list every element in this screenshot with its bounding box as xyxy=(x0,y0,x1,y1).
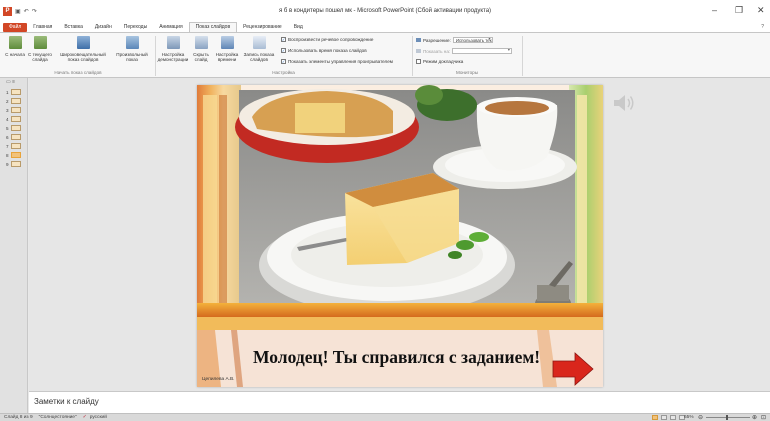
thumbnail-selected[interactable]: 8 xyxy=(0,151,27,159)
language-label[interactable]: русский xyxy=(90,415,107,420)
rehearse-timings-button[interactable]: Настройка времени xyxy=(214,36,240,62)
custom-show-button[interactable]: Произвольный показ xyxy=(112,36,152,62)
zoom-out-icon[interactable]: ⊖ xyxy=(698,414,703,421)
from-start-button[interactable]: С начала xyxy=(4,36,26,57)
media-controls-checkbox[interactable]: ✓ xyxy=(281,59,286,64)
thumbnail-image xyxy=(10,89,21,95)
tab-review[interactable]: Рецензирование xyxy=(237,23,288,32)
slides-tab-icon[interactable]: ▭ ≡ xyxy=(0,78,27,87)
group-separator xyxy=(412,36,413,76)
rehearse-icon xyxy=(220,36,234,49)
zoom-level[interactable]: 65% xyxy=(684,415,694,420)
notes-pane[interactable]: Заметки к слайду xyxy=(29,391,770,413)
slide-counter: Слайд 8 из 9 xyxy=(4,415,33,420)
broadcast-button[interactable]: Широковещательный показ слайдов xyxy=(57,36,109,62)
record-icon xyxy=(252,36,266,49)
slide-message: Молодец! Ты справился с заданием! xyxy=(253,347,541,367)
normal-view-icon[interactable] xyxy=(652,415,658,420)
tab-home[interactable]: Главная xyxy=(27,23,58,32)
ribbon-tabs: Файл Главная Вставка Дизайн Переходы Ани… xyxy=(0,22,770,32)
presenter-view-checkbox[interactable] xyxy=(416,59,421,64)
show-on-row: Показать на: xyxy=(416,48,513,54)
title-bar: P ▣ ↶ ↷ я б в кондитеры пошел мк - Micro… xyxy=(0,0,770,22)
ribbon: С начала С текущего слайда Широковещател… xyxy=(0,32,770,78)
thumbnail-image xyxy=(10,107,21,113)
thumbnail[interactable]: 4 xyxy=(0,115,27,123)
notes-placeholder: Заметки к слайду xyxy=(34,397,99,406)
speaker-icon[interactable] xyxy=(612,94,636,112)
fit-slide-icon[interactable]: ⊡ xyxy=(761,414,766,421)
monitor-icon xyxy=(416,38,421,42)
window-title: я б в кондитеры пошел мк - Microsoft Pow… xyxy=(278,8,492,14)
resolution-row: Разрешение: Использовать тек... xyxy=(416,37,493,43)
tab-animations[interactable]: Анимация xyxy=(153,23,188,32)
thumbnail-image xyxy=(10,134,21,140)
thumbnail-image xyxy=(10,116,21,122)
thumbnail[interactable]: 2 xyxy=(0,97,27,105)
view-buttons xyxy=(652,415,685,420)
group-separator xyxy=(522,36,523,76)
slide-artwork xyxy=(197,85,603,387)
reading-view-icon[interactable] xyxy=(670,415,676,420)
tab-insert[interactable]: Вставка xyxy=(58,23,89,32)
narration-checkbox-row[interactable]: ✓ Воспроизвести речевое сопровождение xyxy=(281,37,373,42)
from-current-button[interactable]: С текущего слайда xyxy=(27,36,53,62)
thumbnail-pane: ▭ ≡ 1 2 3 4 5 6 7 8 9 xyxy=(0,78,28,414)
thumbnail-image xyxy=(10,125,21,131)
media-controls-checkbox-row[interactable]: ✓ Показать элементы управления проигрыва… xyxy=(281,59,393,64)
group-separator xyxy=(155,36,156,76)
thumbnail[interactable]: 7 xyxy=(0,142,27,150)
tab-transitions[interactable]: Переходы xyxy=(118,23,153,32)
setup-show-icon xyxy=(166,36,180,49)
theme-name: "Солнцестояние" xyxy=(38,415,77,420)
spellcheck-icon[interactable]: ✓ xyxy=(83,415,87,420)
hide-slide-icon xyxy=(194,36,208,49)
thumbnail[interactable]: 6 xyxy=(0,133,27,141)
thumbnail[interactable]: 3 xyxy=(0,106,27,114)
status-bar: Слайд 8 из 9 "Солнцестояние" ✓ русский 6… xyxy=(0,413,770,421)
thumbnail[interactable]: 5 xyxy=(0,124,27,132)
maximize-button[interactable]: ❐ xyxy=(735,5,743,16)
help-icon[interactable]: ? xyxy=(761,24,764,30)
slideshow-start-icon xyxy=(8,36,22,49)
thumbnail-image xyxy=(10,161,21,167)
thumbnail[interactable]: 9 xyxy=(0,160,27,168)
slide-canvas[interactable]: Молодец! Ты справился с заданием! Цепиле… xyxy=(197,85,603,387)
slide-author: Цепилева А.В. xyxy=(202,377,235,382)
tab-design[interactable]: Дизайн xyxy=(89,23,118,32)
zoom-slider-track[interactable] xyxy=(706,417,750,418)
close-button[interactable]: ✕ xyxy=(757,5,765,16)
sorter-view-icon[interactable] xyxy=(661,415,667,420)
custom-show-icon xyxy=(125,36,139,49)
slideshow-current-icon xyxy=(33,36,47,49)
zoom-in-icon[interactable]: ⊕ xyxy=(752,414,757,421)
broadcast-icon xyxy=(76,36,90,49)
record-show-button[interactable]: Запись показа слайдов xyxy=(243,36,275,62)
thumbnail-image xyxy=(10,143,21,149)
monitor-disabled-icon xyxy=(416,49,421,53)
setup-show-button[interactable]: Настройка демонстрации xyxy=(157,36,189,62)
tab-file[interactable]: Файл xyxy=(3,23,28,32)
group-label-start: Начать показ слайдов xyxy=(54,70,102,75)
minimize-button[interactable]: – xyxy=(712,5,717,15)
thumbnail-image xyxy=(10,152,21,158)
thumbnail-image xyxy=(10,98,21,104)
presenter-view-row[interactable]: Режим докладчика xyxy=(416,59,463,64)
timings-checkbox[interactable]: ✓ xyxy=(281,48,286,53)
show-on-dropdown[interactable] xyxy=(452,48,513,54)
resolution-dropdown[interactable]: Использовать тек... xyxy=(452,37,493,43)
zoom-slider-thumb[interactable] xyxy=(726,415,728,420)
thumbnail[interactable]: 1 xyxy=(0,88,27,96)
hide-slide-button[interactable]: Скрыть слайд xyxy=(191,36,211,62)
timings-checkbox-row[interactable]: ✓ Использовать время показа слайдов xyxy=(281,48,367,53)
tab-view[interactable]: Вид xyxy=(288,23,309,32)
narration-checkbox[interactable]: ✓ xyxy=(281,37,286,42)
tab-slide-show[interactable]: Показ слайдов xyxy=(188,22,238,32)
group-label-setup: Настройка xyxy=(272,70,295,75)
group-label-monitors: Мониторы xyxy=(456,70,478,75)
